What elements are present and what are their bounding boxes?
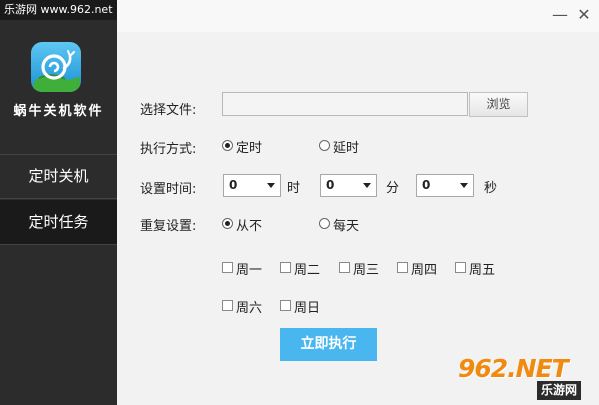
minute-select[interactable]: 0 [320, 174, 377, 197]
checkbox-wednesday-label: 周三 [353, 263, 380, 278]
watermark-logo: 962.NET 乐游网 [458, 352, 599, 405]
chevron-down-icon [363, 183, 371, 188]
browse-button[interactable]: 浏览 [469, 92, 528, 117]
divider [0, 244, 117, 245]
sidebar: 乐游网 www.962.net 蜗牛关机软件 定时关机 定时任务 [0, 0, 117, 405]
watermark-label: 乐游网 www.962.net [0, 0, 117, 20]
radio-daily[interactable] [319, 218, 330, 229]
radio-daily-label: 每天 [333, 219, 360, 234]
close-icon[interactable]: ✕ [574, 5, 594, 25]
hour-value: 0 [229, 178, 238, 192]
watermark-brand: 962.NET [458, 354, 569, 383]
radio-scheduled[interactable] [222, 140, 233, 151]
checkbox-wednesday[interactable] [339, 262, 350, 273]
file-label: 选择文件: [140, 103, 197, 118]
checkbox-thursday[interactable] [397, 262, 408, 273]
chevron-down-icon [460, 183, 468, 188]
sidebar-item-timed-task[interactable]: 定时任务 [0, 200, 117, 244]
mode-label: 执行方式: [140, 142, 197, 157]
second-unit: 秒 [484, 181, 498, 196]
chevron-down-icon [267, 183, 275, 188]
checkbox-friday-label: 周五 [469, 263, 496, 278]
divider [0, 198, 117, 199]
execute-now-button[interactable]: 立即执行 [280, 328, 377, 361]
repeat-label: 重复设置: [140, 219, 197, 234]
checkbox-sunday[interactable] [280, 300, 291, 311]
radio-delayed[interactable] [319, 140, 330, 151]
title-bar: — ✕ [117, 0, 599, 32]
file-path-input[interactable] [222, 92, 468, 116]
sidebar-item-timed-shutdown[interactable]: 定时关机 [0, 154, 117, 198]
radio-never[interactable] [222, 218, 233, 229]
radio-scheduled-label: 定时 [236, 141, 263, 156]
minute-unit: 分 [386, 181, 400, 196]
snail-icon [31, 42, 81, 92]
radio-delayed-label: 延时 [333, 141, 360, 156]
checkbox-monday[interactable] [222, 262, 233, 273]
minimize-icon[interactable]: — [550, 5, 570, 25]
checkbox-thursday-label: 周四 [411, 263, 438, 278]
hour-select[interactable]: 0 [223, 174, 281, 197]
minute-value: 0 [326, 178, 335, 192]
checkbox-tuesday-label: 周二 [294, 263, 321, 278]
checkbox-saturday-label: 周六 [236, 301, 263, 316]
checkbox-monday-label: 周一 [236, 263, 263, 278]
radio-never-label: 从不 [236, 219, 263, 234]
hour-unit: 时 [287, 181, 301, 196]
checkbox-tuesday[interactable] [280, 262, 291, 273]
checkbox-saturday[interactable] [222, 300, 233, 311]
checkbox-friday[interactable] [455, 262, 466, 273]
app-name: 蜗牛关机软件 [13, 104, 104, 119]
checkbox-sunday-label: 周日 [294, 301, 321, 316]
second-value: 0 [422, 178, 431, 192]
watermark-site: 乐游网 [537, 381, 582, 400]
second-select[interactable]: 0 [416, 174, 474, 197]
time-label: 设置时间: [140, 182, 197, 197]
